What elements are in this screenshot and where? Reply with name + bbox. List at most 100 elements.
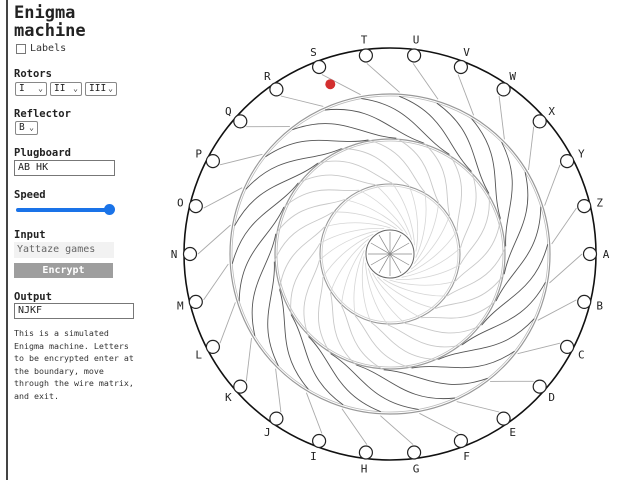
enigma-wire-diagram: A B C D E F G H I J K L M N O P Q R S T U V W X Y Z — [171, 34, 610, 476]
letter-label: N — [171, 248, 178, 261]
wire-loop — [411, 350, 515, 369]
wire-spoke — [197, 224, 231, 255]
letter-node[interactable] — [577, 294, 592, 309]
letter-node[interactable] — [559, 154, 575, 169]
wire-loop — [290, 314, 344, 406]
wire-loop — [370, 322, 439, 360]
wire-loop — [383, 278, 448, 297]
letter-label: X — [548, 105, 555, 118]
letter-label: Z — [596, 196, 603, 209]
wire-spoke — [498, 95, 505, 140]
letter-node[interactable] — [496, 411, 511, 426]
wire-loop — [389, 279, 456, 286]
wire-loop — [330, 353, 419, 410]
wire-loop — [332, 211, 397, 230]
letter-label: S — [310, 46, 317, 59]
wire-loop — [396, 137, 439, 203]
wire-spoke — [456, 401, 500, 413]
letter-node[interactable] — [269, 82, 284, 97]
wire-loop — [290, 243, 321, 315]
letter-node[interactable] — [312, 59, 327, 75]
wire-loop — [361, 98, 450, 155]
wire-spoke — [203, 263, 229, 301]
wire-loop — [308, 336, 381, 413]
letter-node[interactable] — [532, 379, 547, 394]
letter-label: K — [225, 391, 232, 404]
letter-label: U — [413, 34, 420, 47]
letter-node[interactable] — [407, 445, 422, 460]
wire-spoke — [219, 302, 236, 344]
letter-node[interactable] — [188, 199, 203, 214]
letter-label: P — [195, 148, 202, 161]
wire-loop — [436, 102, 490, 194]
wire-loop — [481, 244, 549, 326]
wire-loop — [401, 247, 461, 278]
wire-loop — [404, 322, 483, 334]
wire-spoke — [549, 253, 583, 284]
wire-spoke — [203, 187, 243, 209]
letter-label: T — [361, 34, 368, 47]
letter-node[interactable] — [496, 82, 511, 97]
letter-node[interactable] — [358, 48, 373, 63]
letter-label: O — [177, 196, 184, 209]
wire-loop — [324, 222, 391, 229]
letter-label: I — [310, 450, 317, 463]
wire-loop — [341, 305, 384, 371]
letter-node[interactable] — [582, 246, 598, 262]
letter-node[interactable] — [577, 199, 592, 214]
letter-node[interactable] — [453, 59, 468, 75]
letter-node[interactable] — [453, 433, 468, 449]
wire-spoke — [517, 342, 561, 355]
letter-label: J — [264, 426, 271, 439]
wire-loop — [460, 171, 477, 248]
letter-node[interactable] — [559, 339, 575, 354]
letter-node[interactable] — [233, 379, 248, 394]
wire-spoke — [245, 337, 252, 382]
wire-spoke — [280, 95, 324, 107]
letter-node[interactable] — [532, 114, 547, 129]
letter-label: V — [463, 46, 470, 59]
letter-label: Y — [578, 148, 585, 161]
letter-label: M — [177, 300, 184, 313]
wire-spoke — [544, 164, 561, 206]
wire-spoke — [219, 153, 263, 166]
wire-loop — [319, 230, 379, 261]
wire-loop — [399, 95, 472, 172]
letter-label: W — [509, 70, 516, 83]
wire-loop — [459, 193, 490, 265]
letter-node[interactable] — [182, 246, 198, 262]
letter-label: A — [603, 248, 610, 261]
wire-loop — [279, 226, 325, 290]
wire-loop — [265, 139, 369, 158]
letter-label: E — [509, 426, 516, 439]
wire-spoke — [275, 368, 282, 413]
letter-node[interactable] — [188, 294, 203, 309]
wire-spoke — [457, 74, 475, 116]
letter-node[interactable] — [205, 154, 220, 169]
letter-node[interactable] — [407, 48, 422, 63]
wire-loop — [297, 174, 376, 186]
wire-loop — [324, 108, 424, 144]
letter-label: H — [361, 462, 368, 475]
wire-spoke — [380, 415, 414, 445]
letter-label: D — [548, 391, 555, 404]
wire-spoke — [551, 207, 577, 245]
letter-node[interactable] — [233, 114, 248, 129]
letter-node[interactable] — [312, 433, 327, 449]
wire-spoke — [412, 63, 439, 100]
letter-label: Q — [225, 105, 232, 118]
letter-label: F — [463, 450, 470, 463]
wire-spoke — [305, 392, 323, 434]
wire-loop — [303, 260, 320, 337]
letter-node[interactable] — [205, 339, 220, 354]
letter-label: R — [264, 70, 271, 83]
wire-spoke — [366, 63, 400, 93]
wire-loop — [455, 218, 501, 282]
wire-spoke — [537, 299, 577, 321]
letter-label: C — [578, 348, 585, 361]
signal-dot — [325, 79, 336, 90]
wire-loop — [356, 364, 456, 400]
letter-node[interactable] — [358, 445, 373, 460]
wire-spoke — [528, 126, 535, 171]
letter-node[interactable] — [269, 411, 284, 426]
